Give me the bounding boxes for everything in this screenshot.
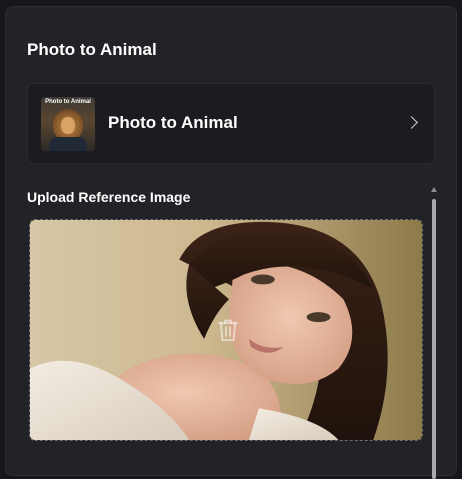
panel-title: Photo to Animal — [27, 40, 157, 59]
scroll-up-arrow-icon[interactable] — [431, 187, 437, 192]
template-thumbnail: Photo to Animal — [41, 97, 95, 151]
lion-face-shape — [61, 117, 75, 134]
chevron-right-icon[interactable] — [405, 116, 418, 129]
template-card-label: Photo to Animal — [108, 113, 238, 132]
scrollbar-thumb[interactable] — [432, 199, 436, 479]
lion-body-shape — [49, 137, 87, 151]
upload-section-label: Upload Reference Image — [27, 189, 191, 205]
trash-icon[interactable] — [217, 318, 239, 342]
template-card-photo-to-animal[interactable]: Photo to Animal Photo to Animal — [27, 83, 435, 164]
upload-reference-image-dropzone[interactable] — [29, 219, 423, 441]
side-panel: Photo to Animal Photo to Animal Photo to… — [5, 6, 457, 479]
thumbnail-caption: Photo to Animal — [45, 99, 91, 105]
scrollbar[interactable] — [431, 187, 437, 479]
